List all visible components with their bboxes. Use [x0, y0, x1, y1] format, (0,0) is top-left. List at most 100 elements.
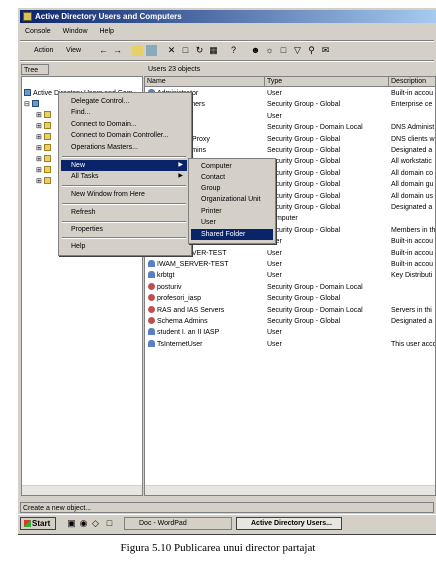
cell-name: Schema Admins — [148, 316, 264, 327]
table-row[interactable]: posturiv Security Group - Domain Local — [145, 282, 435, 293]
status-bar: Create a new object... — [20, 502, 434, 513]
cell-type: Security Group - Domain Local — [267, 306, 363, 314]
cell-description: All domain us — [391, 192, 434, 200]
tree-horizontal-scrollbar[interactable] — [22, 485, 142, 495]
filter-icon[interactable]: ▽ — [292, 45, 303, 56]
folder-icon — [43, 166, 51, 173]
submenu-item-group[interactable]: Group — [191, 183, 273, 194]
table-row[interactable]: student I. an II IASP User — [145, 327, 435, 338]
new-ou-icon[interactable]: □ — [278, 45, 289, 56]
column-header-name[interactable]: Name — [145, 77, 265, 87]
cell-name-text: IWAM_SERVER-TEST — [157, 261, 229, 268]
column-header-type[interactable]: Type — [265, 77, 389, 87]
cell-description: DNS clients w — [391, 135, 435, 143]
submenu-item-computer[interactable]: Computer — [191, 161, 273, 172]
menu-item-new-window[interactable]: New Window from Here — [61, 189, 187, 200]
collapse-icon: ⊟ — [24, 101, 30, 108]
table-row[interactable]: RAS and IAS Servers Security Group - Doma… — [145, 305, 435, 316]
menu-window[interactable]: Window — [58, 25, 93, 38]
export-list-icon[interactable]: ▦ — [208, 45, 219, 56]
task-active-directory[interactable]: Active Directory Users... — [236, 517, 342, 530]
tab-tree[interactable]: Tree — [21, 64, 49, 75]
tree-node-2[interactable]: ⊞ — [36, 122, 53, 132]
refresh-icon[interactable]: ↻ — [194, 45, 205, 56]
cell-description: Enterprise ce — [391, 101, 433, 109]
app-window: Active Directory Users and Computers Con… — [18, 8, 436, 535]
window-title: Active Directory Users and Computers — [35, 12, 182, 21]
submenu-item-organizational-unit[interactable]: Organizational Unit — [191, 194, 273, 205]
cell-type: User — [267, 272, 282, 280]
table-row[interactable]: profesori_iasp Security Group - Global — [145, 293, 435, 304]
show-tree-icon[interactable] — [146, 45, 157, 56]
cell-type: User — [267, 329, 282, 337]
submenu-item-printer[interactable]: Printer — [191, 206, 273, 217]
submenu-item-contact[interactable]: Contact — [191, 172, 273, 183]
start-button[interactable]: Start — [20, 517, 56, 530]
submenu-item-shared-folder[interactable]: Shared Folder — [191, 229, 273, 240]
quicklaunch-explorer-icon[interactable]: ◇ — [90, 518, 101, 529]
quicklaunch-browser-icon[interactable]: ◉ — [78, 518, 89, 529]
cell-type: Security Group - Global — [267, 192, 341, 200]
quicklaunch-desktop-icon[interactable]: ▣ — [66, 518, 77, 529]
back-arrow-icon[interactable]: ← — [98, 45, 109, 56]
table-row[interactable]: Schema Admins Security Group - Global Desi… — [145, 316, 435, 327]
tree-node-4[interactable]: ⊞ — [36, 144, 53, 154]
task-wordpad[interactable]: Doc - WordPad — [124, 517, 232, 530]
folder-icon — [43, 177, 51, 184]
view-menu[interactable]: View — [66, 45, 81, 57]
help-icon[interactable]: ? — [228, 45, 239, 56]
action-menu[interactable]: Action — [34, 45, 53, 57]
find-icon[interactable]: ⚲ — [306, 45, 317, 56]
cell-name: RAS and IAS Servers — [148, 305, 264, 316]
menu-console[interactable]: Console — [20, 25, 56, 38]
windows-logo-icon — [24, 520, 31, 527]
up-folder-icon[interactable] — [132, 45, 143, 56]
tree-node-6[interactable]: ⊞ — [36, 166, 53, 176]
menu-separator — [62, 185, 186, 187]
cell-type: Security Group - Global — [267, 295, 341, 303]
column-header-description[interactable]: Description — [389, 77, 435, 87]
cell-type: User — [267, 236, 387, 247]
add-to-group-icon[interactable]: ✉ — [320, 45, 331, 56]
menu-item-new[interactable]: New ▶ — [61, 160, 187, 171]
table-row[interactable]: TsInternetUser User This user acco — [145, 339, 436, 350]
menu-item-operations-masters[interactable]: Operations Masters... — [61, 142, 187, 153]
list-horizontal-scrollbar[interactable] — [145, 485, 435, 495]
cell-name-text: student I. an II IASP — [157, 329, 220, 337]
menu-item-delegate-control[interactable]: Delegate Control... — [61, 96, 187, 107]
cell-type: Security Group - Global — [267, 226, 341, 234]
delete-icon[interactable]: ✕ — [166, 45, 177, 56]
menu-item-help[interactable]: Help — [61, 241, 187, 252]
tree-node-7[interactable]: ⊞ — [36, 177, 53, 187]
cell-type: Security Group - Global — [267, 158, 341, 166]
menu-item-refresh[interactable]: Refresh — [61, 207, 187, 218]
table-row[interactable]: IWAM_SERVER-TEST User Built-in accou — [145, 259, 435, 270]
tree-node-5[interactable]: ⊞ — [36, 155, 53, 165]
table-row[interactable]: krbtgt User Key Distributi — [145, 270, 435, 281]
tree-domain-node[interactable]: ⊟ — [24, 100, 41, 110]
tree-node-1[interactable]: ⊞ — [36, 111, 53, 121]
menu-separator — [62, 221, 186, 223]
tree-node-3[interactable]: ⊞ — [36, 133, 53, 143]
menu-item-connect-domain-controller[interactable]: Connect to Domain Controller... — [61, 130, 187, 141]
cell-name-text: posturiv — [157, 283, 182, 291]
cell-type: Security Group - Global — [267, 181, 341, 189]
title-bar[interactable]: Active Directory Users and Computers — [20, 10, 436, 23]
menu-item-all-tasks[interactable]: All Tasks ▶ — [61, 171, 187, 182]
submenu-item-user[interactable]: User — [191, 217, 273, 228]
menu-help[interactable]: Help — [95, 25, 119, 38]
properties-icon[interactable]: □ — [180, 45, 191, 56]
menu-item-all-tasks-label: All Tasks — [71, 173, 99, 180]
quicklaunch-folder-icon[interactable]: □ — [104, 518, 115, 529]
cell-type: Security Group - Global — [267, 147, 341, 154]
menu-item-properties[interactable]: Properties — [61, 224, 187, 235]
cell-description: Designated a — [391, 318, 433, 325]
new-group-icon[interactable]: ☼ — [264, 45, 275, 56]
expand-icon: ⊞ — [36, 134, 42, 141]
cell-description: This user acco — [391, 340, 436, 348]
cell-type: Computer — [267, 215, 298, 223]
menu-item-find[interactable]: Find... — [61, 107, 187, 118]
new-user-icon[interactable]: ☻ — [250, 45, 261, 56]
forward-arrow-icon[interactable]: → — [112, 45, 123, 56]
menu-item-connect-domain[interactable]: Connect to Domain... — [61, 119, 187, 130]
